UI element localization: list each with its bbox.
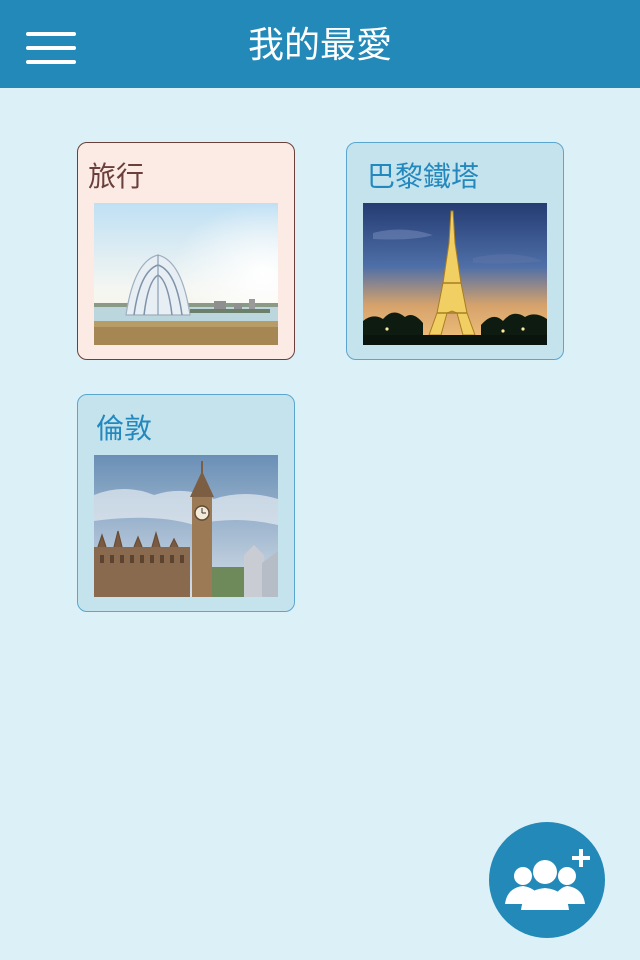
favorite-card-paris[interactable]: 巴黎鐵塔 bbox=[346, 142, 564, 360]
add-group-icon bbox=[505, 849, 590, 910]
top-app-bar: 我的最愛 bbox=[0, 0, 640, 88]
crystal-church-photo bbox=[94, 203, 278, 345]
favorite-card-travel[interactable]: 旅行 bbox=[77, 142, 295, 360]
favorite-card-label: 巴黎鐵塔 bbox=[367, 160, 480, 193]
favorite-card-london[interactable]: 倫敦 bbox=[77, 394, 295, 612]
big-ben-photo bbox=[94, 455, 278, 597]
favorite-card-label: 旅行 bbox=[88, 160, 145, 193]
page-title: 我的最愛 bbox=[247, 25, 392, 66]
add-group-button[interactable] bbox=[489, 822, 605, 938]
favorite-card-label: 倫敦 bbox=[96, 412, 153, 445]
eiffel-tower-photo bbox=[363, 203, 547, 345]
